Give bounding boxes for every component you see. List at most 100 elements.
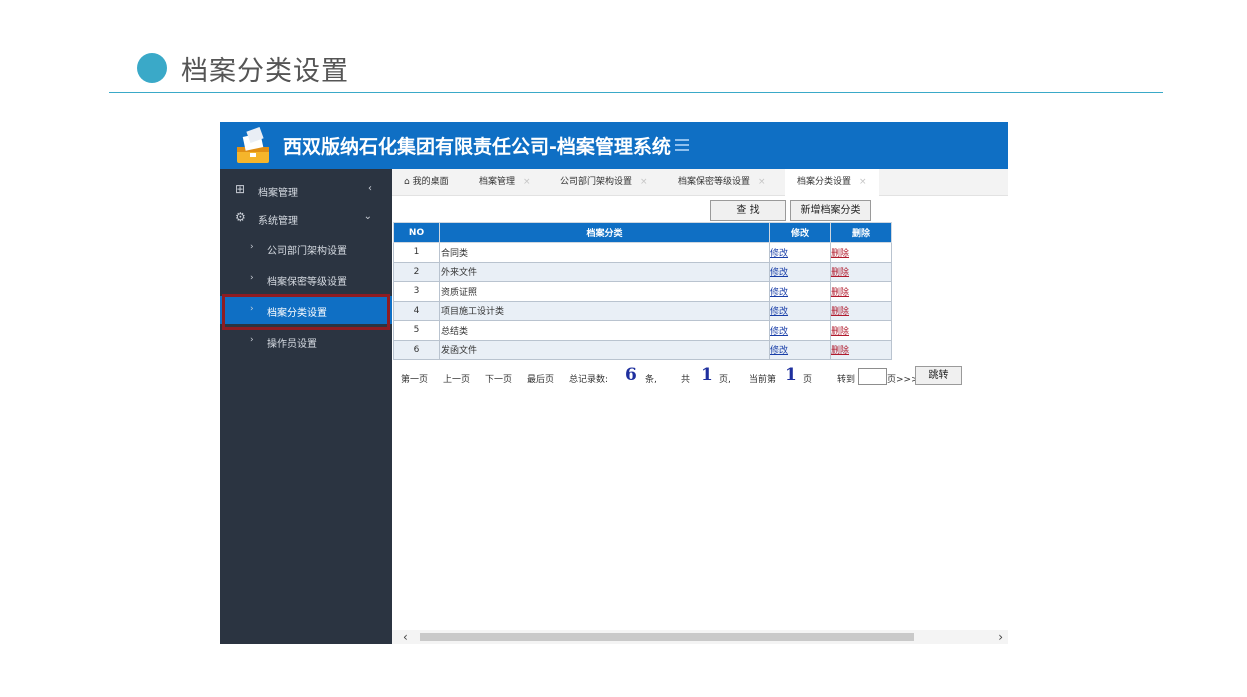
top-bar: 西双版纳石化集团有限责任公司-档案管理系统 <box>220 122 1008 169</box>
sidebar-item-label: 系统管理 <box>258 216 298 227</box>
edit-link[interactable]: 修改 <box>770 327 788 337</box>
goto-button[interactable]: 跳转 <box>915 366 962 385</box>
delete-link[interactable]: 删除 <box>831 268 849 278</box>
delete-link[interactable]: 删除 <box>831 327 849 337</box>
delete-cell: 删除 <box>830 300 892 321</box>
scrollbar-thumb[interactable] <box>420 633 914 641</box>
delete-cell: 删除 <box>830 242 892 263</box>
delete-cell: 删除 <box>830 261 892 282</box>
delete-link[interactable]: 删除 <box>831 288 849 298</box>
column-header-edit: 修改 <box>769 222 831 243</box>
tab-label: 档案保密等级设置 <box>678 177 751 187</box>
edit-cell: 修改 <box>769 242 831 263</box>
home-icon: ⌂ <box>404 177 410 187</box>
row-number: 5 <box>393 320 440 341</box>
sidebar-item-label: 档案保密等级设置 <box>267 277 347 288</box>
goto-suffix: 页>>> <box>887 375 919 385</box>
edit-link[interactable]: 修改 <box>770 346 788 356</box>
last-page-link[interactable]: 最后页 <box>527 372 554 385</box>
category-name: 外来文件 <box>439 261 770 282</box>
category-name: 总结类 <box>439 320 770 341</box>
table-row: 6 发函文件 修改 删除 <box>393 339 892 360</box>
sidebar-item-operator[interactable]: › 操作员设置 <box>220 327 392 355</box>
total-records-unit: 条, <box>645 375 657 385</box>
menu-toggle-icon[interactable] <box>675 139 689 151</box>
edit-link[interactable]: 修改 <box>770 249 788 259</box>
tab-archive-management[interactable]: 档案管理 × <box>479 169 531 196</box>
total-pages-label: 共 <box>681 375 691 385</box>
edit-cell: 修改 <box>769 339 831 360</box>
pagination: 第一页 上一页 下一页 最后页 总记录数: 6 条, 共 1 页, 当前第 1 … <box>401 365 1001 387</box>
tab-label: 我的桌面 <box>412 177 449 187</box>
chevron-right-icon: › <box>250 335 254 345</box>
add-category-button[interactable]: 新增档案分类 <box>790 200 871 221</box>
table-row: 2 外来文件 修改 删除 <box>393 261 892 282</box>
row-number: 2 <box>393 261 440 282</box>
goto-page-input[interactable] <box>858 368 887 385</box>
tab-department-structure[interactable]: 公司部门架构设置 × <box>560 169 648 196</box>
sidebar-item-archive-management[interactable]: ⊞ 档案管理 ‹ <box>220 176 392 204</box>
delete-cell: 删除 <box>830 320 892 341</box>
slide-bullet-icon <box>137 53 167 83</box>
delete-link[interactable]: 删除 <box>831 249 849 259</box>
close-icon[interactable]: × <box>758 177 766 187</box>
total-pages-value: 1 <box>701 365 713 385</box>
row-number: 3 <box>393 281 440 302</box>
app-title: 西双版纳石化集团有限责任公司-档案管理系统 <box>283 136 671 158</box>
app-window: 西双版纳石化集团有限责任公司-档案管理系统 ⊞ 档案管理 ‹ ⚙ 系统管理 ⌄ … <box>220 122 1008 644</box>
edit-link[interactable]: 修改 <box>770 268 788 278</box>
category-name: 资质证照 <box>439 281 770 302</box>
scroll-left-icon[interactable]: ‹ <box>403 630 408 644</box>
close-icon[interactable]: × <box>523 177 531 187</box>
sidebar-item-department-structure[interactable]: › 公司部门架构设置 <box>220 234 392 262</box>
category-table: NO 档案分类 修改 删除 1 合同类 修改 删除 2 外来文件 修改 删除 3… <box>393 222 892 360</box>
chevron-right-icon: › <box>250 273 254 283</box>
total-records-label: 总记录数: <box>569 375 609 385</box>
tab-label: 档案管理 <box>479 177 516 187</box>
horizontal-scrollbar[interactable]: ‹ › <box>392 630 1008 644</box>
sidebar-item-label: 档案管理 <box>258 188 298 199</box>
edit-cell: 修改 <box>769 261 831 282</box>
tab-my-desktop[interactable]: ⌂ 我的桌面 <box>404 169 449 196</box>
slide-title: 档案分类设置 <box>181 56 349 87</box>
sidebar: ⊞ 档案管理 ‹ ⚙ 系统管理 ⌄ › 公司部门架构设置 › 档案保密等级设置 … <box>220 169 392 644</box>
close-icon[interactable]: × <box>640 177 648 187</box>
highlight-frame <box>222 294 390 330</box>
tab-bar: ⌂ 我的桌面 档案管理 × 公司部门架构设置 × 档案保密等级设置 × 档案分类设置 × <box>392 169 1008 196</box>
edit-link[interactable]: 修改 <box>770 288 788 298</box>
scroll-right-icon[interactable]: › <box>998 630 1003 644</box>
category-name: 发函文件 <box>439 339 770 360</box>
sidebar-item-security-level[interactable]: › 档案保密等级设置 <box>220 265 392 293</box>
sidebar-item-system-management[interactable]: ⚙ 系统管理 ⌄ <box>220 204 392 232</box>
delete-link[interactable]: 删除 <box>831 307 849 317</box>
tab-label: 公司部门架构设置 <box>560 177 633 187</box>
table-row: 5 总结类 修改 删除 <box>393 320 892 341</box>
prev-page-link[interactable]: 上一页 <box>443 372 470 385</box>
current-page-label: 当前第 <box>749 375 777 385</box>
next-page-link[interactable]: 下一页 <box>485 372 512 385</box>
category-name: 合同类 <box>439 242 770 263</box>
delete-link[interactable]: 删除 <box>831 346 849 356</box>
delete-cell: 删除 <box>830 339 892 360</box>
tab-archive-category[interactable]: 档案分类设置 × <box>785 169 879 196</box>
chevron-right-icon: › <box>250 242 254 252</box>
current-page-unit: 页 <box>803 375 813 385</box>
category-name: 项目施工设计类 <box>439 300 770 321</box>
edit-cell: 修改 <box>769 281 831 302</box>
search-button[interactable]: 查 找 <box>710 200 786 221</box>
edit-cell: 修改 <box>769 320 831 341</box>
column-header-delete: 删除 <box>830 222 892 243</box>
row-number: 1 <box>393 242 440 263</box>
first-page-link[interactable]: 第一页 <box>401 372 428 385</box>
tab-label: 档案分类设置 <box>797 177 852 187</box>
slide-divider <box>109 92 1163 93</box>
archive-logo-icon <box>237 127 269 163</box>
current-page-value: 1 <box>785 365 797 385</box>
close-icon[interactable]: × <box>859 177 867 187</box>
tab-security-level[interactable]: 档案保密等级设置 × <box>678 169 766 196</box>
gear-icon: ⚙ <box>235 210 246 224</box>
edit-link[interactable]: 修改 <box>770 307 788 317</box>
chevron-left-icon: ‹ <box>368 183 372 194</box>
delete-cell: 删除 <box>830 281 892 302</box>
table-row: 4 项目施工设计类 修改 删除 <box>393 300 892 321</box>
